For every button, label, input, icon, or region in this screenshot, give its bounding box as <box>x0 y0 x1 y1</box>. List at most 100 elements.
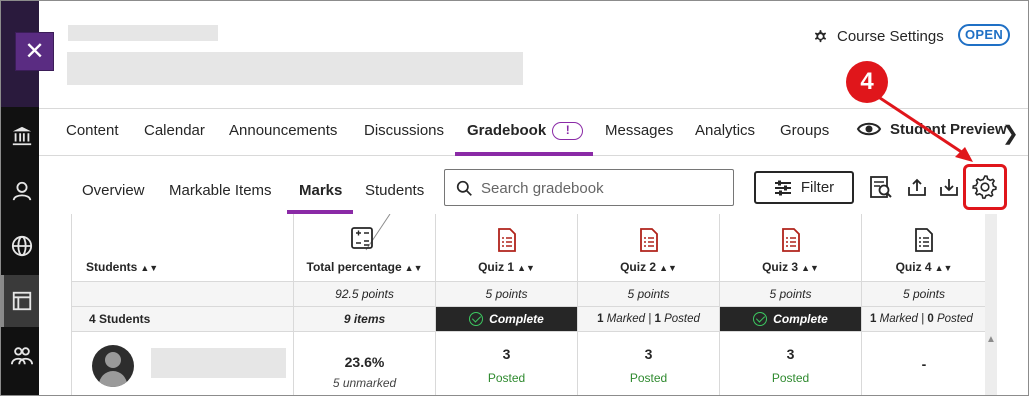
student-preview-label: Student Preview <box>890 120 1007 138</box>
avatar <box>92 345 134 387</box>
search-box <box>444 169 734 206</box>
total-items-summary: 9 items <box>294 307 436 332</box>
points-row-blank <box>72 282 294 307</box>
step-callout: 4 <box>846 61 888 103</box>
check-circle-icon <box>753 312 768 326</box>
column-header-quiz-3[interactable]: Quiz 3 ▲▼ <box>720 214 862 282</box>
quiz-4-header-label: Quiz 4 ▲▼ <box>862 260 985 274</box>
subtab-overview[interactable]: Overview <box>82 182 145 199</box>
tab-announcements[interactable]: Announcements <box>229 122 337 139</box>
quiz-4-posted-label: Posted <box>936 313 973 325</box>
courses-icon[interactable] <box>11 290 33 312</box>
gear-icon[interactable] <box>972 174 998 200</box>
quiz-1-complete-label: Complete <box>489 312 544 326</box>
sort-icon: ▲▼ <box>934 263 953 273</box>
organizations-icon[interactable] <box>11 345 33 367</box>
scroll-up-arrow-icon[interactable]: ▲ <box>986 334 996 345</box>
quiz-3-complete-status[interactable]: Complete <box>720 307 862 332</box>
tab-discussions[interactable]: Discussions <box>364 122 444 139</box>
quiz-3-header-label: Quiz 3 ▲▼ <box>720 260 861 274</box>
tab-gradebook-label: Gradebook <box>467 122 547 139</box>
tab-analytics[interactable]: Analytics <box>695 122 755 139</box>
filter-label: Filter <box>800 179 835 196</box>
sort-icon: ▲▼ <box>659 263 677 273</box>
sort-icon: ▲▼ <box>801 263 819 273</box>
globe-icon[interactable] <box>11 235 33 257</box>
student-name-cell[interactable] <box>72 332 294 395</box>
search-icon <box>456 180 472 196</box>
total-header-label: Total percentage ▲▼ <box>294 260 435 274</box>
student-name-placeholder <box>151 348 286 378</box>
active-tab-underline <box>455 152 593 156</box>
quiz-3-complete-label: Complete <box>773 312 828 326</box>
quiz-3-grade-status: Posted <box>771 371 810 385</box>
course-settings-label: Course Settings <box>837 27 944 45</box>
download-icon[interactable] <box>937 175 961 199</box>
gradebook-grid: Students ▲▼ Total percentage ▲▼ Quiz 1 ▲▼ Q… <box>71 214 985 395</box>
tab-content[interactable]: Content <box>66 122 119 139</box>
total-grade-cell[interactable]: 23.6% 5 unmarked <box>294 332 436 395</box>
search-input[interactable] <box>481 176 726 200</box>
quiz-1-grade-status: Posted <box>487 371 526 385</box>
eye-refresh-icon <box>856 122 882 136</box>
sort-icon: ▲▼ <box>140 263 159 273</box>
quiz-4-points: 5 points <box>862 282 985 307</box>
quiz-4-marked-summary[interactable]: 1 Marked | 0 Posted <box>862 307 985 332</box>
column-header-total[interactable]: Total percentage ▲▼ <box>294 214 436 282</box>
student-preview-button[interactable]: Student Preview <box>856 120 1007 138</box>
app-window: ✕ Course Settings OPEN Content Calendar … <box>0 0 1029 396</box>
quiz-2-posted-count: 1 <box>654 313 661 325</box>
tab-calendar[interactable]: Calendar <box>144 122 205 139</box>
column-header-quiz-4[interactable]: Quiz 4 ▲▼ <box>862 214 985 282</box>
subtab-students[interactable]: Students <box>365 182 424 199</box>
tab-gradebook[interactable]: Gradebook! <box>467 122 584 140</box>
filter-button[interactable]: Filter <box>754 171 854 204</box>
quiz-icon <box>497 228 516 252</box>
course-tab-bar: Content Calendar Announcements Discussio… <box>39 108 1028 156</box>
chevron-right-icon[interactable]: ❯ <box>1002 121 1019 146</box>
vertical-scrollbar[interactable] <box>985 214 997 395</box>
preview-search-icon[interactable] <box>869 175 893 199</box>
course-settings-link[interactable]: Course Settings <box>812 25 944 47</box>
quiz-4-marked-count: 1 <box>870 313 877 325</box>
column-header-quiz-2[interactable]: Quiz 2 ▲▼ <box>578 214 720 282</box>
quiz-2-marked-summary[interactable]: 1 Marked | 1 Posted <box>578 307 720 332</box>
quiz-4-header-text: Quiz 4 <box>895 260 932 274</box>
quiz-1-header-label: Quiz 1 ▲▼ <box>436 260 577 274</box>
quiz-icon <box>781 228 800 252</box>
students-header-label: Students ▲▼ <box>86 260 293 274</box>
profile-icon[interactable] <box>11 180 33 202</box>
subtab-marks[interactable]: Marks <box>299 182 342 199</box>
quiz-icon <box>915 228 933 252</box>
quiz-3-grade-value: 3 <box>786 346 795 362</box>
quiz-2-header-text: Quiz 2 <box>620 260 657 274</box>
quiz-2-grade-status: Posted <box>629 371 668 385</box>
course-title-placeholder <box>67 52 523 85</box>
quiz-4-posted-count: 0 <box>927 313 934 325</box>
close-button[interactable]: ✕ <box>15 32 54 71</box>
quiz-4-marked-label: Marked <box>879 313 918 325</box>
quiz-4-grade-cell[interactable]: - <box>862 332 985 395</box>
upload-icon[interactable] <box>905 175 929 199</box>
quiz-2-grade-cell[interactable]: 3 Posted <box>578 332 720 395</box>
tab-messages[interactable]: Messages <box>605 122 673 139</box>
quiz-1-grade-cell[interactable]: 3 Posted <box>436 332 578 395</box>
total-points: 92.5 points <box>294 282 436 307</box>
subtab-markable-items[interactable]: Markable Items <box>169 182 272 199</box>
quiz-2-marked-label: Marked <box>606 313 646 325</box>
column-header-quiz-1[interactable]: Quiz 1 ▲▼ <box>436 214 578 282</box>
tab-groups[interactable]: Groups <box>780 122 829 139</box>
check-circle-icon <box>469 312 484 326</box>
quiz-1-complete-status[interactable]: Complete <box>436 307 578 332</box>
gradebook-alert-badge: ! <box>552 122 584 140</box>
quiz-2-marked-count: 1 <box>597 313 604 325</box>
quiz-3-grade-cell[interactable]: 3 Posted <box>720 332 862 395</box>
students-header-cell[interactable]: Students ▲▼ <box>72 214 294 282</box>
course-status-badge[interactable]: OPEN <box>958 24 1010 46</box>
total-grade-value: 23.6% <box>344 354 385 370</box>
total-grade-note: 5 unmarked <box>332 376 397 390</box>
calculation-icon <box>351 214 391 251</box>
institution-icon[interactable] <box>11 125 33 147</box>
total-header-text: Total percentage <box>306 260 402 274</box>
quiz-4-grade-value: - <box>921 356 927 372</box>
